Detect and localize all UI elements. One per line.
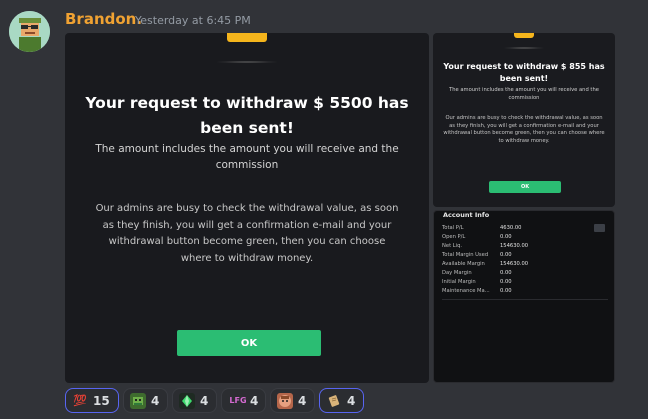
account-row-label: Total Margin Used [442, 252, 489, 258]
account-row-value: 0.00 [500, 234, 512, 240]
account-row-label: Available Margin [442, 261, 485, 267]
ok-button: OK [489, 181, 561, 193]
large-withdraw-screenshot[interactable]: Your request to withdraw $ 5500 has been… [65, 33, 429, 383]
100-icon: 💯 [73, 394, 87, 407]
reaction-scroll[interactable]: 4 [319, 388, 364, 413]
account-row-value: 154630.00 [500, 261, 529, 267]
reaction-green-gem[interactable]: 4 [172, 388, 217, 413]
pepe-money-icon [130, 392, 146, 409]
account-row-label: Open P/L [442, 234, 466, 240]
lfg-icon: LFG [229, 396, 247, 405]
withdraw-title: Your request to withdraw $ 5500 has been… [85, 94, 409, 137]
reaction-count: 4 [151, 393, 160, 408]
pixel-avatar-icon [9, 11, 50, 52]
divider-glow [503, 47, 545, 49]
reaction-count: 4 [347, 393, 356, 408]
account-row-value: 4630.00 [500, 225, 522, 231]
reaction-face[interactable]: 4 [270, 388, 315, 413]
scroll-icon [326, 393, 342, 409]
face-icon [277, 392, 293, 409]
withdraw-subtitle: The amount includes the amount you will … [449, 87, 599, 101]
yellow-tab [227, 33, 267, 42]
reaction-count: 4 [298, 393, 307, 408]
account-info-title: Account Info [443, 211, 490, 219]
divider-glow [215, 61, 279, 63]
reaction-lfg[interactable]: LFG 4 [221, 388, 266, 413]
reaction-pepe-money[interactable]: 4 [123, 388, 168, 413]
account-row-value: 0.00 [500, 288, 512, 294]
withdraw-subtitle: The amount includes the amount you will … [95, 143, 399, 171]
ok-button: OK [177, 330, 321, 356]
divider [442, 299, 608, 300]
message-timestamp: Yesterday at 6:45 PM [135, 14, 251, 27]
withdraw-title: Your request to withdraw $ 855 has been … [443, 62, 605, 83]
account-row-value: 0.00 [500, 270, 512, 276]
avatar[interactable] [9, 11, 50, 52]
account-row-label: Maintenance Ma... [442, 288, 490, 294]
settings-icon [594, 224, 605, 232]
account-row-label: Net Liq. [442, 243, 463, 249]
account-row-label: Total P/L [442, 225, 464, 231]
account-row-label: Initial Margin [442, 279, 476, 285]
reaction-count: 4 [250, 393, 259, 408]
withdraw-body: Our admins are busy to check the withdra… [95, 203, 399, 264]
account-row-value: 0.00 [500, 252, 512, 258]
account-row-value: 154630.00 [500, 243, 529, 249]
reaction-count: 15 [93, 393, 110, 408]
account-row-value: 0.00 [500, 279, 512, 285]
account-row-label: Day Margin [442, 270, 472, 276]
yellow-tab [514, 33, 534, 38]
green-gem-icon [179, 392, 195, 409]
username[interactable]: Brandon. [65, 10, 142, 28]
withdraw-body: Our admins are busy to check the withdra… [443, 115, 605, 144]
small-withdraw-screenshot[interactable]: Your request to withdraw $ 855 has been … [433, 33, 615, 207]
reaction-count: 4 [200, 393, 209, 408]
reaction-100[interactable]: 💯 15 [65, 388, 119, 413]
account-info-screenshot[interactable]: Account Info Total P/L 4630.00 Open P/L … [433, 210, 615, 383]
